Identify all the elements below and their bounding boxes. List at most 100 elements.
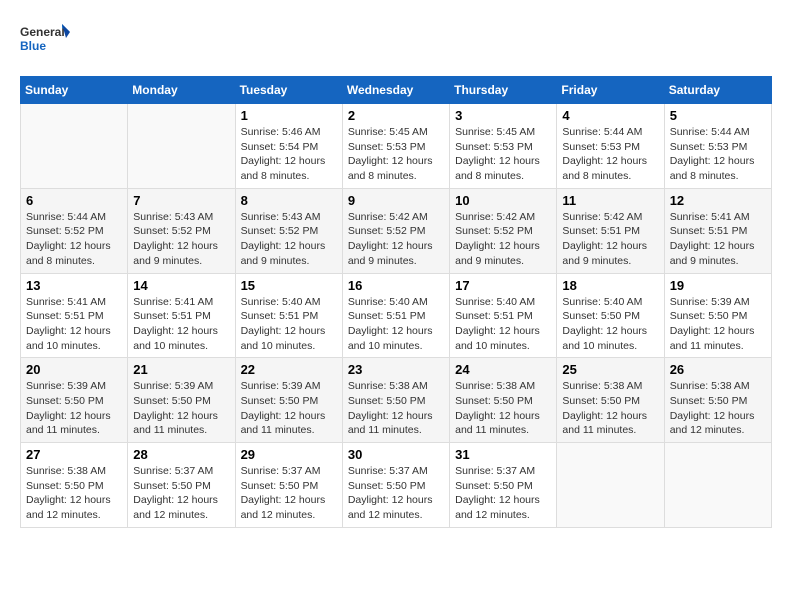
sunset-label: Sunset: 5:53 PM (455, 141, 533, 153)
daylight-label: Daylight: 12 hours and 12 minutes. (455, 494, 540, 521)
day-number: 11 (562, 193, 658, 208)
daylight-label: Daylight: 12 hours and 10 minutes. (26, 325, 111, 352)
daylight-label: Daylight: 12 hours and 12 minutes. (670, 410, 755, 437)
day-number: 28 (133, 447, 229, 462)
calendar-cell: 28 Sunrise: 5:37 AM Sunset: 5:50 PM Dayl… (128, 443, 235, 528)
day-info: Sunrise: 5:38 AM Sunset: 5:50 PM Dayligh… (348, 379, 444, 438)
daylight-label: Daylight: 12 hours and 12 minutes. (26, 494, 111, 521)
logo-svg: General Blue (20, 20, 70, 60)
day-info: Sunrise: 5:38 AM Sunset: 5:50 PM Dayligh… (670, 379, 766, 438)
day-info: Sunrise: 5:38 AM Sunset: 5:50 PM Dayligh… (562, 379, 658, 438)
calendar-header-row: SundayMondayTuesdayWednesdayThursdayFrid… (21, 77, 772, 104)
sunrise-label: Sunrise: 5:37 AM (348, 465, 428, 477)
daylight-label: Daylight: 12 hours and 9 minutes. (241, 240, 326, 267)
daylight-label: Daylight: 12 hours and 8 minutes. (670, 155, 755, 182)
day-info: Sunrise: 5:38 AM Sunset: 5:50 PM Dayligh… (455, 379, 551, 438)
calendar-week-row: 6 Sunrise: 5:44 AM Sunset: 5:52 PM Dayli… (21, 188, 772, 273)
sunrise-label: Sunrise: 5:38 AM (670, 380, 750, 392)
day-info: Sunrise: 5:43 AM Sunset: 5:52 PM Dayligh… (133, 210, 229, 269)
sunrise-label: Sunrise: 5:38 AM (455, 380, 535, 392)
sunrise-label: Sunrise: 5:37 AM (455, 465, 535, 477)
sunset-label: Sunset: 5:52 PM (133, 225, 211, 237)
day-number: 19 (670, 278, 766, 293)
daylight-label: Daylight: 12 hours and 10 minutes. (348, 325, 433, 352)
sunset-label: Sunset: 5:50 PM (348, 480, 426, 492)
sunrise-label: Sunrise: 5:43 AM (241, 211, 321, 223)
sunrise-label: Sunrise: 5:40 AM (455, 296, 535, 308)
sunset-label: Sunset: 5:51 PM (241, 310, 319, 322)
sunset-label: Sunset: 5:51 PM (455, 310, 533, 322)
day-info: Sunrise: 5:44 AM Sunset: 5:53 PM Dayligh… (670, 125, 766, 184)
sunset-label: Sunset: 5:52 PM (241, 225, 319, 237)
day-info: Sunrise: 5:40 AM Sunset: 5:50 PM Dayligh… (562, 295, 658, 354)
calendar-cell: 18 Sunrise: 5:40 AM Sunset: 5:50 PM Dayl… (557, 273, 664, 358)
sunset-label: Sunset: 5:51 PM (670, 225, 748, 237)
sunset-label: Sunset: 5:53 PM (562, 141, 640, 153)
day-info: Sunrise: 5:40 AM Sunset: 5:51 PM Dayligh… (241, 295, 337, 354)
day-number: 24 (455, 362, 551, 377)
sunset-label: Sunset: 5:50 PM (133, 395, 211, 407)
sunrise-label: Sunrise: 5:45 AM (455, 126, 535, 138)
day-number: 21 (133, 362, 229, 377)
sunrise-label: Sunrise: 5:41 AM (670, 211, 750, 223)
calendar-cell: 2 Sunrise: 5:45 AM Sunset: 5:53 PM Dayli… (342, 104, 449, 189)
calendar-cell: 7 Sunrise: 5:43 AM Sunset: 5:52 PM Dayli… (128, 188, 235, 273)
day-number: 22 (241, 362, 337, 377)
day-number: 3 (455, 108, 551, 123)
daylight-label: Daylight: 12 hours and 8 minutes. (241, 155, 326, 182)
sunset-label: Sunset: 5:50 PM (670, 310, 748, 322)
page-header: General Blue (20, 20, 772, 60)
day-info: Sunrise: 5:39 AM Sunset: 5:50 PM Dayligh… (133, 379, 229, 438)
calendar-cell: 31 Sunrise: 5:37 AM Sunset: 5:50 PM Dayl… (450, 443, 557, 528)
day-number: 16 (348, 278, 444, 293)
sunrise-label: Sunrise: 5:44 AM (562, 126, 642, 138)
daylight-label: Daylight: 12 hours and 8 minutes. (26, 240, 111, 267)
weekday-header: Wednesday (342, 77, 449, 104)
daylight-label: Daylight: 12 hours and 9 minutes. (670, 240, 755, 267)
day-number: 6 (26, 193, 122, 208)
calendar-cell: 3 Sunrise: 5:45 AM Sunset: 5:53 PM Dayli… (450, 104, 557, 189)
calendar-cell: 13 Sunrise: 5:41 AM Sunset: 5:51 PM Dayl… (21, 273, 128, 358)
calendar-cell: 4 Sunrise: 5:44 AM Sunset: 5:53 PM Dayli… (557, 104, 664, 189)
sunset-label: Sunset: 5:53 PM (348, 141, 426, 153)
day-number: 29 (241, 447, 337, 462)
daylight-label: Daylight: 12 hours and 8 minutes. (455, 155, 540, 182)
calendar-week-row: 13 Sunrise: 5:41 AM Sunset: 5:51 PM Dayl… (21, 273, 772, 358)
day-info: Sunrise: 5:40 AM Sunset: 5:51 PM Dayligh… (455, 295, 551, 354)
daylight-label: Daylight: 12 hours and 10 minutes. (133, 325, 218, 352)
sunset-label: Sunset: 5:50 PM (26, 480, 104, 492)
daylight-label: Daylight: 12 hours and 11 minutes. (133, 410, 218, 437)
calendar-week-row: 20 Sunrise: 5:39 AM Sunset: 5:50 PM Dayl… (21, 358, 772, 443)
day-info: Sunrise: 5:41 AM Sunset: 5:51 PM Dayligh… (133, 295, 229, 354)
sunset-label: Sunset: 5:51 PM (348, 310, 426, 322)
sunrise-label: Sunrise: 5:37 AM (133, 465, 213, 477)
calendar-cell: 14 Sunrise: 5:41 AM Sunset: 5:51 PM Dayl… (128, 273, 235, 358)
daylight-label: Daylight: 12 hours and 9 minutes. (562, 240, 647, 267)
daylight-label: Daylight: 12 hours and 9 minutes. (133, 240, 218, 267)
sunrise-label: Sunrise: 5:43 AM (133, 211, 213, 223)
day-info: Sunrise: 5:39 AM Sunset: 5:50 PM Dayligh… (26, 379, 122, 438)
daylight-label: Daylight: 12 hours and 8 minutes. (348, 155, 433, 182)
day-info: Sunrise: 5:39 AM Sunset: 5:50 PM Dayligh… (241, 379, 337, 438)
svg-text:General: General (20, 25, 65, 39)
calendar-week-row: 1 Sunrise: 5:46 AM Sunset: 5:54 PM Dayli… (21, 104, 772, 189)
day-info: Sunrise: 5:41 AM Sunset: 5:51 PM Dayligh… (670, 210, 766, 269)
calendar-cell: 15 Sunrise: 5:40 AM Sunset: 5:51 PM Dayl… (235, 273, 342, 358)
sunrise-label: Sunrise: 5:41 AM (133, 296, 213, 308)
sunset-label: Sunset: 5:52 PM (348, 225, 426, 237)
day-number: 26 (670, 362, 766, 377)
day-info: Sunrise: 5:46 AM Sunset: 5:54 PM Dayligh… (241, 125, 337, 184)
day-number: 31 (455, 447, 551, 462)
daylight-label: Daylight: 12 hours and 12 minutes. (348, 494, 433, 521)
sunset-label: Sunset: 5:50 PM (670, 395, 748, 407)
sunrise-label: Sunrise: 5:42 AM (562, 211, 642, 223)
calendar-cell: 30 Sunrise: 5:37 AM Sunset: 5:50 PM Dayl… (342, 443, 449, 528)
sunrise-label: Sunrise: 5:40 AM (348, 296, 428, 308)
daylight-label: Daylight: 12 hours and 12 minutes. (241, 494, 326, 521)
calendar-table: SundayMondayTuesdayWednesdayThursdayFrid… (20, 76, 772, 528)
calendar-cell: 20 Sunrise: 5:39 AM Sunset: 5:50 PM Dayl… (21, 358, 128, 443)
sunrise-label: Sunrise: 5:42 AM (348, 211, 428, 223)
weekday-header: Thursday (450, 77, 557, 104)
daylight-label: Daylight: 12 hours and 8 minutes. (562, 155, 647, 182)
calendar-cell: 24 Sunrise: 5:38 AM Sunset: 5:50 PM Dayl… (450, 358, 557, 443)
